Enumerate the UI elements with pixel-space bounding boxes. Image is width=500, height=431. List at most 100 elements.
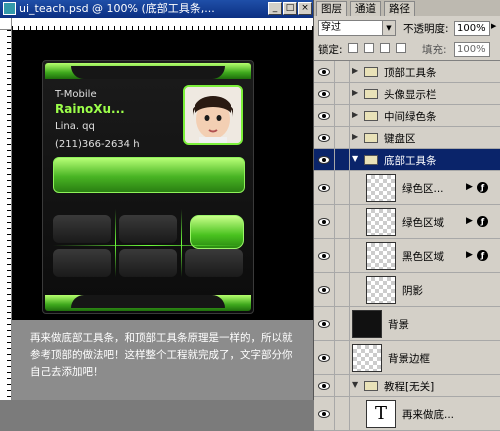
tab-channels[interactable]: 通道	[350, 1, 381, 16]
opacity-arrow-icon[interactable]: ▶	[491, 22, 496, 30]
phone-mockup: T-Mobile RainoXu... Lina. qq (211)366-26…	[42, 60, 254, 314]
layer-name: 再来做底...	[402, 409, 455, 421]
layer-link-cell[interactable]	[335, 397, 350, 430]
folder-icon	[364, 155, 378, 165]
visibility-toggle[interactable]	[314, 239, 335, 272]
layer-row[interactable]: 阴影	[314, 273, 500, 307]
layer-row[interactable]: T 再来做底...	[314, 397, 500, 431]
layer-row[interactable]: 背景边框	[314, 341, 500, 375]
keypad-key	[119, 215, 177, 243]
layer-link-cell[interactable]	[335, 341, 350, 374]
layer-row[interactable]: ▶ 头像显示栏	[314, 83, 500, 105]
lock-all-icon[interactable]	[396, 43, 406, 53]
visibility-toggle[interactable]	[314, 273, 335, 306]
chevron-down-icon: ▼	[382, 21, 395, 35]
document-title: ui_teach.psd @ 100% (底部工具条,...	[19, 2, 215, 15]
keypad-glow-line	[181, 209, 182, 277]
tab-layers[interactable]: 图层	[316, 1, 347, 16]
effects-expand-icon[interactable]: ▶	[466, 182, 473, 192]
keypad-glow-line	[53, 245, 243, 246]
eye-icon	[318, 218, 330, 226]
layer-link-cell[interactable]	[335, 149, 350, 170]
tab-paths[interactable]: 路径	[384, 1, 415, 16]
contact-name: RainoXu...	[55, 102, 125, 116]
visibility-toggle[interactable]	[314, 61, 335, 82]
visibility-toggle[interactable]	[314, 149, 335, 170]
layer-link-cell[interactable]	[335, 105, 350, 126]
middle-green-bar	[53, 157, 245, 193]
collapse-triangle-icon[interactable]: ▼	[352, 380, 358, 389]
keypad-key	[53, 249, 111, 277]
effects-expand-icon[interactable]: ▶	[466, 216, 473, 226]
layer-link-cell[interactable]	[335, 171, 350, 204]
layer-effects-icon[interactable]: ƒ	[477, 182, 488, 193]
ruler-corner[interactable]	[0, 18, 12, 30]
eye-icon	[318, 320, 330, 328]
layer-row[interactable]: ▼ 教程[无关]	[314, 375, 500, 397]
visibility-toggle[interactable]	[314, 397, 335, 430]
lock-position-icon[interactable]	[380, 43, 390, 53]
collapse-triangle-icon[interactable]: ▼	[352, 154, 358, 163]
expand-triangle-icon[interactable]: ▶	[352, 66, 358, 75]
expand-triangle-icon[interactable]: ▶	[352, 132, 358, 141]
layer-row[interactable]: 绿色区域 ▶ ƒ	[314, 205, 500, 239]
layer-name: 底部工具条	[384, 155, 437, 167]
visibility-toggle[interactable]	[314, 83, 335, 104]
document-title-bar[interactable]: ui_teach.psd @ 100% (底部工具条,... _ □ ×	[0, 0, 313, 18]
visibility-toggle[interactable]	[314, 341, 335, 374]
top-toolbar	[45, 63, 251, 79]
fill-label: 填充:	[422, 44, 447, 56]
expand-triangle-icon[interactable]: ▶	[352, 110, 358, 119]
layer-link-cell[interactable]	[335, 61, 350, 82]
close-button[interactable]: ×	[298, 2, 312, 15]
visibility-toggle[interactable]	[314, 205, 335, 238]
visibility-toggle[interactable]	[314, 105, 335, 126]
layer-row[interactable]: 背景	[314, 307, 500, 341]
layer-row[interactable]: 黑色区域 ▶ ƒ	[314, 239, 500, 273]
keypad-area	[53, 209, 244, 277]
document-window: ui_teach.psd @ 100% (底部工具条,... _ □ × T-M…	[0, 0, 314, 400]
layer-link-cell[interactable]	[335, 239, 350, 272]
layer-row[interactable]: ▶ 顶部工具条	[314, 61, 500, 83]
visibility-toggle[interactable]	[314, 127, 335, 148]
layer-link-cell[interactable]	[335, 83, 350, 104]
expand-triangle-icon[interactable]: ▶	[352, 88, 358, 97]
effects-expand-icon[interactable]: ▶	[466, 250, 473, 260]
opacity-field[interactable]: 100%	[454, 21, 490, 36]
fill-field[interactable]: 100%	[454, 42, 490, 57]
folder-icon	[364, 111, 378, 121]
layer-thumbnail	[366, 174, 396, 202]
layer-name: 绿色区域	[402, 217, 444, 229]
document-canvas[interactable]: T-Mobile RainoXu... Lina. qq (211)366-26…	[12, 30, 313, 320]
bottom-toolbar	[45, 295, 251, 311]
vertical-ruler[interactable]	[0, 30, 12, 400]
blend-mode-select[interactable]: 穿过 ▼	[318, 20, 396, 36]
lock-transparency-icon[interactable]	[348, 43, 358, 53]
layer-row[interactable]: ▶ 中间绿色条	[314, 105, 500, 127]
minimize-button[interactable]: _	[268, 2, 282, 15]
layer-effects-icon[interactable]: ƒ	[477, 216, 488, 227]
layer-effects-icon[interactable]: ƒ	[477, 250, 488, 261]
folder-icon	[364, 381, 378, 391]
layer-thumbnail	[366, 276, 396, 304]
keypad-key	[185, 249, 243, 277]
layer-link-cell[interactable]	[335, 205, 350, 238]
layer-link-cell[interactable]	[335, 375, 350, 396]
photoshop-icon	[3, 2, 16, 15]
layer-link-cell[interactable]	[335, 307, 350, 340]
layer-row[interactable]: ▶ 键盘区	[314, 127, 500, 149]
layer-link-cell[interactable]	[335, 273, 350, 306]
visibility-toggle[interactable]	[314, 307, 335, 340]
maximize-button[interactable]: □	[283, 2, 297, 15]
visibility-toggle[interactable]	[314, 171, 335, 204]
layer-row[interactable]: ▼ 底部工具条	[314, 149, 500, 171]
blend-mode-value: 穿过	[321, 22, 341, 33]
layer-thumbnail	[366, 208, 396, 236]
eye-icon	[318, 286, 330, 294]
opacity-label: 不透明度:	[403, 23, 449, 35]
visibility-toggle[interactable]	[314, 375, 335, 396]
layers-panel: 图层 通道 路径 穿过 ▼ 不透明度: 100% ▶ 锁定: 填充: 100% …	[314, 0, 500, 431]
layer-row[interactable]: 绿色区... ▶ ƒ	[314, 171, 500, 205]
lock-image-icon[interactable]	[364, 43, 374, 53]
layer-link-cell[interactable]	[335, 127, 350, 148]
